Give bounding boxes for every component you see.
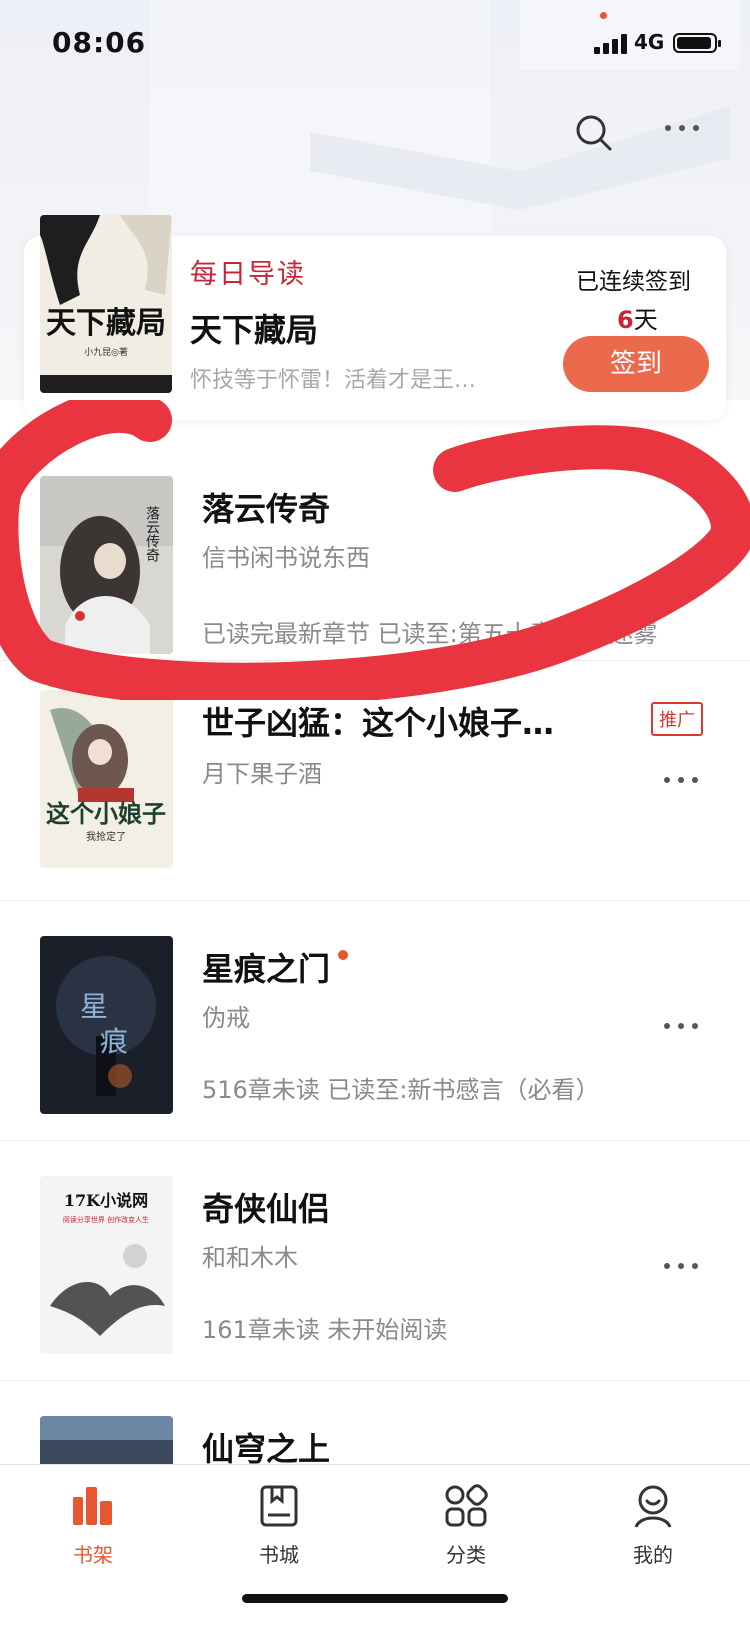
svg-text:痕: 痕 <box>100 1025 128 1058</box>
book-cover[interactable]: 17K小说网 阅读分享世界 创作改变人生 <box>40 1176 173 1354</box>
search-button[interactable] <box>573 112 615 154</box>
streak-unit: 天 <box>633 306 658 334</box>
book-title[interactable]: 世子凶猛：这个小娘子… <box>202 698 554 744</box>
cover-art: 这个小娘子 我抢定了 <box>40 690 173 868</box>
tab-bookstore[interactable]: 书城 <box>219 1483 339 1568</box>
streak-count: 6 <box>617 306 634 334</box>
book-author: 月下果子酒 <box>202 760 322 788</box>
battery-icon <box>673 33 721 53</box>
cover-art: 落云传奇 <box>40 476 173 654</box>
profile-icon <box>634 1485 672 1528</box>
book-reading-progress: 161章未读 未开始阅读 <box>202 1316 448 1344</box>
book-title[interactable]: 奇侠仙侣 <box>202 1184 330 1230</box>
book-reading-progress: 516章未读 已读至:新书感言（必看） <box>202 1076 600 1104</box>
book-author: 和和木木 <box>202 1244 298 1272</box>
svg-text:这个小娘子: 这个小娘子 <box>46 799 166 828</box>
bookshelf-icon <box>73 1487 112 1525</box>
book-author: 信书闲书说东西 <box>202 544 370 572</box>
search-icon <box>576 115 612 151</box>
book-store-icon <box>260 1485 298 1527</box>
book-cover[interactable]: 这个小娘子 我抢定了 <box>40 690 173 868</box>
book-row[interactable]: 落云传奇 落云传奇 信书闲书说东西 已读完最新章节 已读至:第五十章 秦江迷雾 <box>0 420 750 661</box>
cover-art: 17K小说网 阅读分享世界 创作改变人生 <box>40 1176 173 1354</box>
book-row[interactable]: 这个小娘子 我抢定了 世子凶猛：这个小娘子… 推广 月下果子酒 <box>0 660 750 901</box>
tab-profile[interactable]: 我的 <box>593 1483 713 1568</box>
signin-streak-days: 6天 <box>617 300 658 335</box>
daily-book-title[interactable]: 天下藏局 <box>190 305 318 351</box>
tab-category[interactable]: 分类 <box>406 1483 526 1568</box>
svg-text:落云传奇: 落云传奇 <box>144 506 160 562</box>
svg-text:17K小说网: 17K小说网 <box>64 1191 148 1210</box>
status-time: 08:06 <box>52 26 147 59</box>
svg-text:天下藏局: 天下藏局 <box>46 306 166 341</box>
svg-text:阅读分享世界 创作改变人生: 阅读分享世界 创作改变人生 <box>63 1215 149 1224</box>
tab-label: 分类 <box>446 1543 486 1567</box>
svg-text:星: 星 <box>80 990 108 1023</box>
tab-label: 书城 <box>259 1543 299 1567</box>
tab-label: 书架 <box>73 1543 113 1567</box>
tab-bookshelf[interactable]: 书架 <box>33 1483 153 1568</box>
signal-icon <box>594 32 630 54</box>
signin-streak-label: 已连续签到 <box>576 269 691 295</box>
tab-label: 我的 <box>633 1543 673 1567</box>
daily-book-cover[interactable]: 天下藏局 小九昆◎著 <box>40 215 172 393</box>
category-icon <box>445 1484 488 1527</box>
book-cover[interactable]: 落云传奇 <box>40 476 173 654</box>
book-title[interactable]: 落云传奇 <box>202 484 330 530</box>
book-author: 伪戒 <box>202 1004 250 1032</box>
book-title[interactable]: 星痕之门 <box>202 944 330 990</box>
svg-text:小九昆◎著: 小九昆◎著 <box>84 346 128 358</box>
book-row[interactable]: 17K小说网 阅读分享世界 创作改变人生 奇侠仙侣 和和木木 161章未读 未开… <box>0 1140 750 1381</box>
more-options-button[interactable] <box>661 116 711 146</box>
cover-art: 星 痕 <box>40 936 173 1114</box>
home-indicator <box>242 1594 508 1603</box>
book-cover[interactable]: 星 痕 <box>40 936 173 1114</box>
svg-text:我抢定了: 我抢定了 <box>86 830 126 843</box>
cover-art: 天下藏局 小九昆◎著 <box>40 215 172 393</box>
notification-dot <box>600 12 607 19</box>
book-row[interactable]: 星 痕 星痕之门 伪戒 516章未读 已读至:新书感言（必看） <box>0 900 750 1141</box>
daily-reading-tag: 每日导读 <box>190 259 306 290</box>
update-dot <box>338 950 348 960</box>
book-more-button[interactable] <box>660 1254 710 1274</box>
book-reading-progress: 已读完最新章节 已读至:第五十章 秦江迷雾 <box>202 620 658 648</box>
status-bar: 08:06 4G <box>0 0 750 90</box>
book-more-button[interactable] <box>660 768 710 788</box>
daily-book-description: 怀技等于怀雷！活着才是王… <box>190 368 477 393</box>
network-type: 4G <box>634 30 665 54</box>
book-more-button[interactable] <box>660 1014 710 1034</box>
promotion-badge: 推广 <box>651 702 703 736</box>
signin-button[interactable]: 签到 <box>563 336 709 392</box>
